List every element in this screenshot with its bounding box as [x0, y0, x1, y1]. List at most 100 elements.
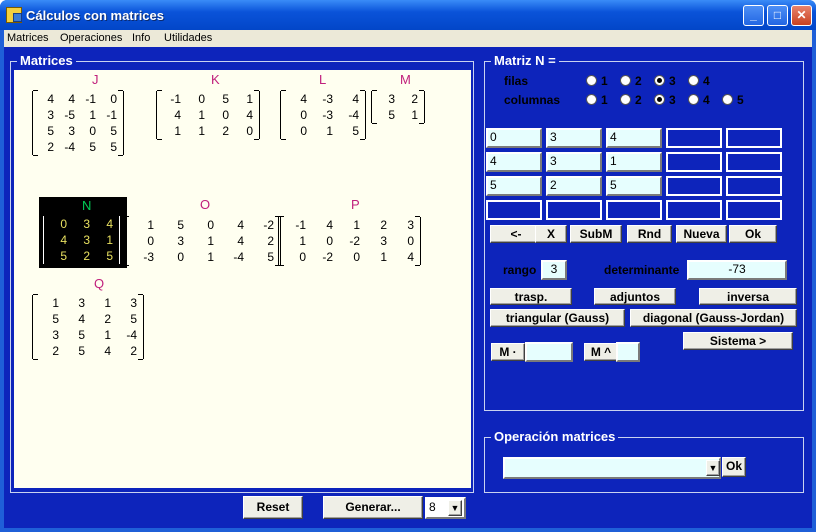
determinante-label: determinante — [604, 263, 680, 277]
columnas-radio-4[interactable] — [688, 94, 699, 105]
clear-button[interactable]: X — [535, 225, 567, 243]
operations-dropdown[interactable] — [503, 457, 721, 479]
close-button[interactable]: ✕ — [791, 5, 812, 26]
matrix-cell: 1 — [104, 328, 111, 342]
grid-cell[interactable] — [726, 128, 782, 148]
multiply-button[interactable]: M · — [491, 343, 525, 361]
matrix-cell: 2 — [411, 92, 418, 106]
menu-operaciones[interactable]: Operaciones — [60, 32, 122, 44]
adjuntos-button[interactable]: adjuntos — [594, 288, 676, 305]
matrix-j[interactable]: 4 4 -1 0 3 -5 1 -1 5 3 0 5 2 -4 5 5 — [32, 90, 124, 156]
matrix-cell: 4 — [68, 92, 75, 106]
matrix-cell: 5 — [52, 312, 59, 326]
matrix-l-name: L — [319, 72, 327, 87]
matrix-cell: 4 — [300, 92, 307, 106]
matrix-o[interactable]: 1 5 0 4 -2 0 3 1 4 2 -3 0 1 -4 5 — [123, 216, 281, 266]
columnas-radio-2[interactable] — [620, 94, 631, 105]
filas-radio-3[interactable] — [654, 75, 665, 86]
matrix-cell: 4 — [237, 234, 244, 248]
inversa-button[interactable]: inversa — [699, 288, 797, 305]
matrix-k-row: -1 0 5 1 — [157, 91, 253, 107]
matrix-cell: 5 — [177, 218, 184, 232]
matrix-q-row: 1 3 1 3 — [33, 295, 137, 311]
grid-cell[interactable] — [666, 128, 722, 148]
transpose-button[interactable]: trasp. — [490, 288, 572, 305]
multiply-input[interactable] — [525, 342, 573, 362]
matrix-cell: 5 — [110, 140, 117, 154]
reset-button[interactable]: Reset — [243, 496, 303, 519]
grid-cell[interactable] — [726, 176, 782, 196]
generar-button[interactable]: Generar... — [323, 496, 423, 519]
power-button[interactable]: M ^ — [584, 343, 618, 361]
matrix-cell: 1 — [353, 218, 360, 232]
filas-radio-1[interactable] — [586, 75, 597, 86]
matrix-cell: 1 — [104, 296, 111, 310]
matrix-cell: -1 — [295, 218, 306, 232]
matrices-display: J 4 4 -1 0 3 -5 1 -1 5 3 0 5 2 -4 5 5 K -1 0 5 1 4 1 0 4 1 1 2 0 L… — [14, 70, 471, 488]
matrix-cell: 5 — [130, 312, 137, 326]
menu-matrices[interactable]: Matrices — [7, 32, 49, 44]
matrix-cell: -4 — [348, 108, 359, 122]
grid-cell[interactable]: 0 — [486, 128, 542, 148]
grid-cell[interactable]: 1 — [606, 152, 662, 172]
matrix-m[interactable]: 3 251 — [371, 90, 425, 124]
matrix-cell: 5 — [222, 92, 229, 106]
grid-cell[interactable] — [546, 200, 602, 220]
minimize-button[interactable]: _ — [743, 5, 764, 26]
grid-cell[interactable] — [606, 200, 662, 220]
matrix-l[interactable]: 4 -3 4 0 -3 -4 0 1 5 — [280, 90, 366, 140]
diagonal-gauss-jordan-button[interactable]: diagonal (Gauss-Jordan) — [630, 309, 797, 327]
matrix-cell: 3 — [388, 92, 395, 106]
menu-utilidades[interactable]: Utilidades — [164, 32, 212, 44]
columnas-radio-3[interactable] — [654, 94, 665, 105]
filas-radio-4[interactable] — [688, 75, 699, 86]
grid-cell[interactable]: 5 — [606, 176, 662, 196]
columnas-radio-1[interactable] — [586, 94, 597, 105]
matrix-cell: 5 — [78, 328, 85, 342]
sistema-button[interactable]: Sistema > — [683, 332, 793, 350]
menu-info[interactable]: Info — [132, 32, 150, 44]
matrix-cell: 4 — [407, 250, 414, 264]
app-icon — [6, 7, 22, 23]
grid-cell[interactable] — [666, 176, 722, 196]
matrix-cell: 0 — [207, 218, 214, 232]
matrix-n-name: N — [82, 198, 92, 213]
chevron-down-icon[interactable]: ▼ — [706, 460, 720, 476]
random-button[interactable]: Rnd — [627, 225, 672, 243]
grid-cell[interactable] — [726, 200, 782, 220]
matrix-cell: 3 — [52, 328, 59, 342]
grid-cell[interactable] — [486, 200, 542, 220]
matrix-cell: -1 — [85, 92, 96, 106]
operations-ok-button[interactable]: Ok — [722, 457, 746, 477]
ok-button[interactable]: Ok — [729, 225, 777, 243]
submatrix-button[interactable]: SubM — [570, 225, 622, 243]
grid-cell[interactable]: 3 — [546, 152, 602, 172]
grid-cell[interactable]: 3 — [546, 128, 602, 148]
filas-radio-2[interactable] — [620, 75, 631, 86]
columnas-radio-5[interactable] — [722, 94, 733, 105]
matrix-cell: 0 — [407, 234, 414, 248]
count-chevron-down-icon[interactable]: ▼ — [448, 500, 462, 516]
power-input[interactable] — [616, 342, 640, 362]
new-matrix-button[interactable]: Nueva — [676, 225, 727, 243]
grid-cell[interactable]: 4 — [486, 152, 542, 172]
matrix-q[interactable]: 1 3 1 3 5 4 2 5 3 5 1 -4 2 5 4 2 — [32, 294, 144, 360]
matrix-p[interactable]: -1 4 1 2 3 1 0 -2 3 0 0 -2 0 1 4 — [278, 216, 421, 266]
matrix-p-row: 1 0 -2 3 0 — [279, 233, 414, 249]
columnas-radio-label: 2 — [635, 93, 642, 107]
matrix-cell: 4 — [246, 108, 253, 122]
matrix-cell: -4 — [126, 328, 137, 342]
matrix-m-row: 51 — [372, 107, 418, 123]
maximize-button[interactable]: □ — [767, 5, 788, 26]
triangular-gauss-button[interactable]: triangular (Gauss) — [490, 309, 625, 327]
grid-cell[interactable]: 2 — [546, 176, 602, 196]
grid-cell[interactable]: 4 — [606, 128, 662, 148]
matrix-n-selected[interactable]: N 0 3 4 4 3 1 5 2 5 — [39, 197, 127, 268]
matrix-cell: 1 — [89, 108, 96, 122]
grid-cell[interactable]: 5 — [486, 176, 542, 196]
grid-cell[interactable] — [666, 200, 722, 220]
matrix-l-row: 0 1 5 — [281, 123, 359, 139]
grid-cell[interactable] — [726, 152, 782, 172]
matrix-k[interactable]: -1 0 5 1 4 1 0 4 1 1 2 0 — [156, 90, 260, 140]
grid-cell[interactable] — [666, 152, 722, 172]
